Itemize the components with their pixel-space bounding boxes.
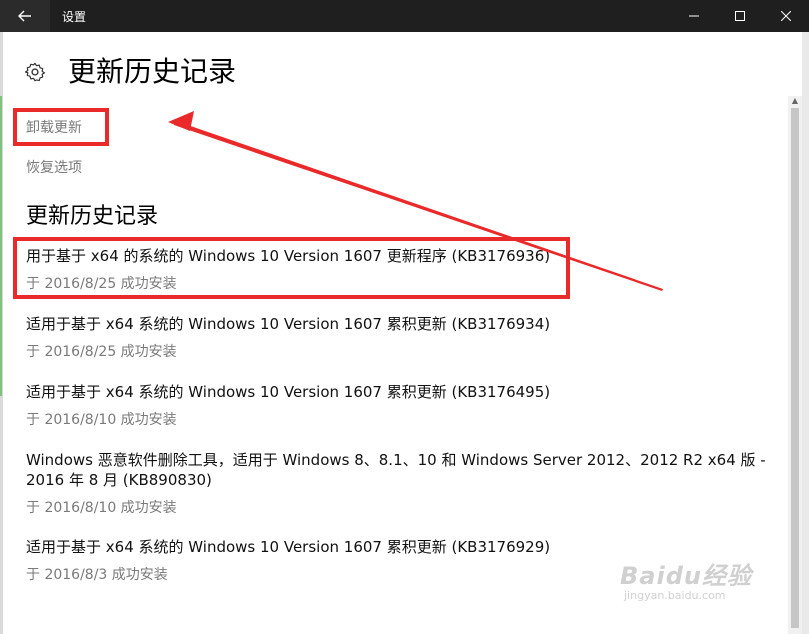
scroll-thumb[interactable] <box>791 108 799 628</box>
scroll-up-icon[interactable]: ▲ <box>788 96 802 106</box>
watermark: Baidu经验 jingyan.baidu.com <box>620 556 780 602</box>
annotation-arrow <box>168 111 663 291</box>
watermark-url: jingyan.baidu.com <box>624 589 726 602</box>
scrollbar[interactable]: ▲ <box>788 96 802 634</box>
watermark-logo: Baidu经验 <box>620 562 752 590</box>
